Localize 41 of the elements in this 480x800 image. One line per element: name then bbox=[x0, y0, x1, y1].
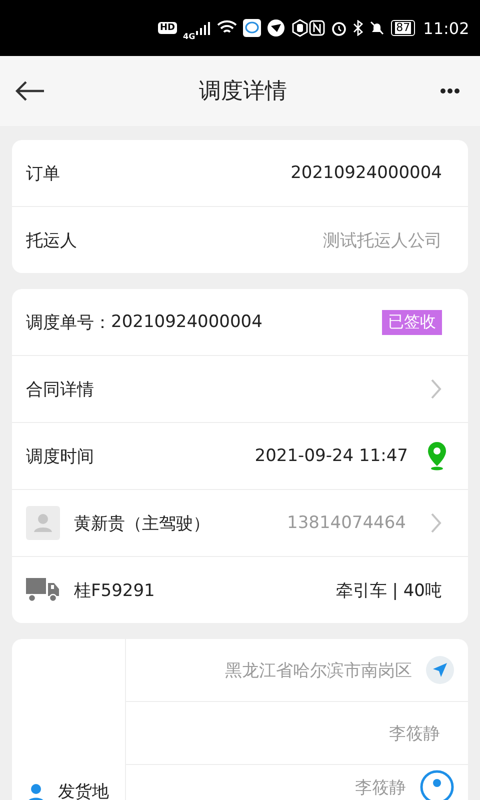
chevron-right-icon bbox=[430, 378, 442, 400]
network-type: 4G bbox=[183, 32, 196, 40]
alarm-icon bbox=[331, 20, 348, 36]
contact-name: 李筱静 bbox=[389, 722, 440, 744]
mute-bell-icon bbox=[369, 20, 386, 36]
driver-phone: 13814074464 bbox=[287, 513, 406, 533]
status-badge: 已签收 bbox=[382, 310, 442, 334]
chat-app-icon bbox=[243, 19, 262, 37]
battery-level: 87 bbox=[395, 22, 412, 34]
field-label: 合同详情 bbox=[26, 378, 95, 400]
driver-name: 黄新贵（主驾驶） bbox=[74, 512, 211, 534]
dispatch-number: 20210924000004 bbox=[111, 312, 262, 332]
back-arrow-icon[interactable] bbox=[14, 80, 46, 102]
hd-indicator: HD bbox=[158, 22, 178, 34]
clock-time: 11:02 bbox=[423, 18, 470, 38]
field-label: 发货地 bbox=[58, 781, 109, 800]
truck-icon bbox=[26, 577, 60, 603]
field-label: 调度单号： bbox=[26, 312, 111, 334]
field-value: 测试托运人公司 bbox=[323, 230, 442, 252]
contract-details-row[interactable]: 合同详情 bbox=[12, 355, 468, 422]
contact-name: 李筱静 bbox=[355, 776, 406, 798]
location-pin-icon bbox=[426, 441, 448, 471]
plate-number: 桂F59291 bbox=[74, 580, 156, 602]
more-icon[interactable] bbox=[440, 88, 460, 94]
field-value: 2021-09-24 11:47 bbox=[254, 446, 408, 466]
avatar-icon bbox=[26, 506, 60, 540]
chevron-right-icon bbox=[430, 512, 442, 534]
vehicle-type: 牵引车 | 40吨 bbox=[336, 580, 442, 602]
app-icon bbox=[267, 19, 286, 37]
page-title: 调度详情 bbox=[199, 78, 287, 106]
person-icon bbox=[26, 783, 46, 800]
bluetooth-icon bbox=[353, 20, 364, 36]
navigation-icon[interactable] bbox=[426, 656, 454, 684]
field-label: 托运人 bbox=[26, 230, 78, 252]
field-label: 订单 bbox=[26, 162, 61, 184]
field-value: 20210924000004 bbox=[290, 163, 442, 183]
driver-row[interactable]: 黄新贵（主驾驶） 13814074464 bbox=[12, 489, 468, 556]
address-text: 黑龙江省哈尔滨市南岗区 bbox=[225, 660, 412, 682]
nfc-icon bbox=[309, 20, 326, 36]
field-label: 调度时间 bbox=[26, 446, 95, 468]
signal-icon bbox=[195, 21, 212, 35]
